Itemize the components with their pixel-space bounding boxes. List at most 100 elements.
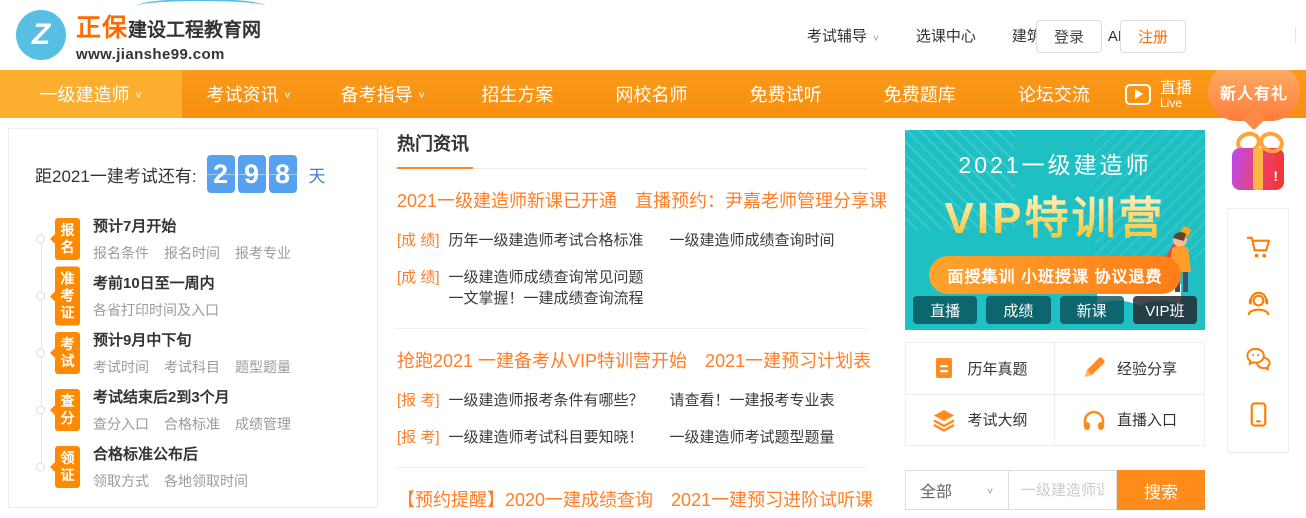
- countdown-label: 距2021一建考试还有:: [35, 162, 197, 187]
- site-url: www.jianshe99.com: [76, 46, 261, 63]
- mobile-icon[interactable]: [1245, 401, 1272, 428]
- banner-feature-pill: 面授集训 小班授课 协议退费: [929, 256, 1182, 294]
- customer-service-icon[interactable]: [1245, 289, 1272, 316]
- news-group: 2021一级建造师新课已开通 直播预约：尹嘉老师管理分享课 [成 绩] 历年一级…: [395, 169, 867, 329]
- timeline-link[interactable]: 各地领取时间: [164, 471, 248, 491]
- banner-tab[interactable]: 成绩: [986, 296, 1050, 324]
- live-entry[interactable]: 直播 Live: [1121, 70, 1210, 118]
- quick-link-syllabus[interactable]: 考试大纲: [906, 395, 1055, 446]
- timeline-title: 考试结束后2到3个月: [93, 386, 377, 407]
- timeline-link[interactable]: 考试科目: [164, 357, 220, 377]
- news-group: 【预约提醒】2020一建成绩查询 2021一建预习进阶试听课 [备 考] 历年一…: [395, 468, 867, 518]
- brand-name: 正保: [76, 8, 128, 44]
- timeline-link[interactable]: 报考专业: [235, 243, 291, 263]
- news-row: [报 考] 一级建造师考试科目要知晓！ 一级建造师考试题型题量: [397, 426, 865, 447]
- countdown-digit: 8: [269, 155, 297, 193]
- hot-news-section: 热门资讯 2021一级建造师新课已开通 直播预约：尹嘉老师管理分享课 [成 绩]…: [395, 122, 867, 518]
- news-link[interactable]: 历年一级建造师考试合格标准: [449, 232, 644, 249]
- main-nav-item[interactable]: 考试资讯∨: [182, 70, 316, 118]
- quick-link-live-entry[interactable]: 直播入口: [1055, 395, 1204, 446]
- site-logo[interactable]: Z 正保 建设工程教育网 www.jianshe99.com: [16, 8, 261, 63]
- timeline-link[interactable]: 考试时间: [93, 357, 149, 377]
- news-group: 抢跑2021 一建备考从VIP特训营开始 2021一建预习计划表 [报 考] 一…: [395, 329, 867, 468]
- news-row: [报 考] 一级建造师报考条件有哪些？ 请查看！一建报考专业表: [397, 389, 865, 410]
- main-nav-item[interactable]: 一级建造师∨: [0, 70, 182, 118]
- main-nav-item[interactable]: 免费试听: [719, 70, 853, 118]
- timeline-item: 报名 预计7月开始 报名条件报名时间报考专业: [9, 215, 377, 263]
- banner-subtitle: 2021一级建造师: [905, 146, 1205, 180]
- search-input[interactable]: [1009, 470, 1117, 510]
- timeline-node-icon: [36, 292, 45, 301]
- news-link[interactable]: 一级建造师考试题型题量: [670, 429, 835, 446]
- utility-nav-item[interactable]: 考试辅导∨: [807, 25, 880, 46]
- timeline-stage-badge: 准考证: [55, 267, 80, 326]
- timeline-link[interactable]: 题型题量: [235, 357, 291, 377]
- main-nav-item[interactable]: 备考指导∨: [316, 70, 450, 118]
- news-headline[interactable]: 2021一级建造师新课已开通 直播预约：尹嘉老师管理分享课: [397, 187, 865, 213]
- newbie-gift-badge[interactable]: 新人有礼: [1208, 63, 1300, 121]
- news-row: [成 绩] 一级建造师成绩查询常见问题一文掌握！一建成绩查询流程: [397, 266, 865, 308]
- news-category-tag: [成 绩]: [397, 229, 440, 250]
- timeline-item: 领证 合格标准公布后 领取方式各地领取时间: [9, 443, 377, 491]
- news-category-tag: [报 考]: [397, 426, 440, 447]
- news-headline[interactable]: 【预约提醒】2020一建成绩查询 2021一建预习进阶试听课: [397, 486, 865, 512]
- timeline-title: 考前10日至一周内: [93, 272, 377, 293]
- quick-link-past-papers[interactable]: 历年真题: [906, 343, 1055, 395]
- main-nav-item[interactable]: 论坛交流: [987, 70, 1121, 118]
- news-link[interactable]: 一级建造师报考条件有哪些？: [449, 392, 644, 409]
- countdown: 距2021一建考试还有: 298 天: [9, 129, 377, 199]
- timeline-link[interactable]: 领取方式: [93, 471, 149, 491]
- news-link[interactable]: 一级建造师成绩查询常见问题: [449, 269, 644, 286]
- main-nav-item[interactable]: 招生方案: [450, 70, 584, 118]
- cart-icon[interactable]: [1245, 233, 1272, 260]
- news-link[interactable]: 一文掌握！一建成绩查询流程: [449, 290, 644, 307]
- timeline-link[interactable]: 报名条件: [93, 243, 149, 263]
- news-headline[interactable]: 抢跑2021 一建备考从VIP特训营开始 2021一建预习计划表: [397, 347, 865, 373]
- page-content: 距2021一建考试还有: 298 天 报名 预计7月开始 报名条件报名时间报考专…: [0, 118, 1306, 518]
- chevron-down-icon: ∨: [872, 32, 880, 42]
- news-link[interactable]: 一级建造师成绩查询时间: [670, 232, 835, 249]
- timeline-link[interactable]: 各省打印时间及入口: [93, 300, 219, 320]
- live-label: 直播: [1160, 80, 1192, 97]
- exam-countdown-panel: 距2021一建考试还有: 298 天 报名 预计7月开始 报名条件报名时间报考专…: [8, 128, 378, 508]
- top-header: Z 正保 建设工程教育网 www.jianshe99.com 考试辅导∨ 选课中…: [0, 0, 1306, 70]
- login-button[interactable]: 登录: [1036, 20, 1102, 53]
- main-nav: 一级建造师∨ 考试资讯∨ 备考指导∨ 招生方案 网校名师 免费试听 免费题库 论…: [0, 70, 1306, 118]
- vip-camp-banner[interactable]: 2021一级建造师 VIP特训营 面授集训 小班授课 协议退费 直播 成绩: [905, 130, 1205, 330]
- banner-tab[interactable]: VIP班: [1133, 296, 1197, 324]
- main-nav-item[interactable]: 免费题库: [853, 70, 987, 118]
- gift-icon[interactable]: !: [1229, 130, 1287, 190]
- timeline-link[interactable]: 查分入口: [93, 414, 149, 434]
- news-row: [成 绩] 历年一级建造师考试合格标准 一级建造师成绩查询时间: [397, 229, 865, 250]
- quick-link-experience[interactable]: 经验分享: [1055, 343, 1204, 395]
- register-button[interactable]: 注册: [1120, 20, 1186, 53]
- news-link[interactable]: 一级建造师考试科目要知晓！: [449, 429, 644, 446]
- main-nav-item[interactable]: 网校名师: [584, 70, 718, 118]
- document-icon: [932, 356, 956, 380]
- timeline-title: 合格标准公布后: [93, 443, 377, 464]
- timeline-link[interactable]: 合格标准: [164, 414, 220, 434]
- timeline-node-icon: [36, 349, 45, 358]
- course-search-bar: 全部 ∨ 搜索: [905, 470, 1205, 510]
- logo-z-icon: Z: [16, 10, 66, 60]
- headphones-icon: [1082, 408, 1106, 432]
- search-button[interactable]: 搜索: [1117, 470, 1205, 510]
- timeline-stage-badge: 报名: [55, 218, 80, 260]
- timeline-item: 查分 考试结束后2到3个月 查分入口合格标准成绩管理: [9, 386, 377, 434]
- banner-tab[interactable]: 直播: [913, 296, 977, 324]
- banner-tab[interactable]: 新课: [1060, 296, 1124, 324]
- timeline-item: 准考证 考前10日至一周内 各省打印时间及入口: [9, 272, 377, 320]
- news-category-tag: [报 考]: [397, 389, 440, 410]
- utility-nav-item[interactable]: 选课中心: [916, 25, 976, 46]
- pencil-icon: [1082, 356, 1106, 380]
- news-link[interactable]: 请查看！一建报考专业表: [670, 392, 835, 409]
- timeline-link[interactable]: 报名时间: [164, 243, 220, 263]
- timeline-stage-badge: 查分: [55, 389, 80, 431]
- wechat-icon[interactable]: [1245, 345, 1272, 372]
- site-name: 建设工程教育网: [128, 15, 261, 42]
- exam-timeline: 报名 预计7月开始 报名条件报名时间报考专业 准考证 考前10日至一周内 各省打…: [9, 215, 377, 491]
- search-category-select[interactable]: 全部 ∨: [905, 470, 1009, 510]
- timeline-title: 预计7月开始: [93, 215, 377, 236]
- timeline-link[interactable]: 成绩管理: [235, 414, 291, 434]
- timeline-stage-badge: 领证: [55, 446, 80, 488]
